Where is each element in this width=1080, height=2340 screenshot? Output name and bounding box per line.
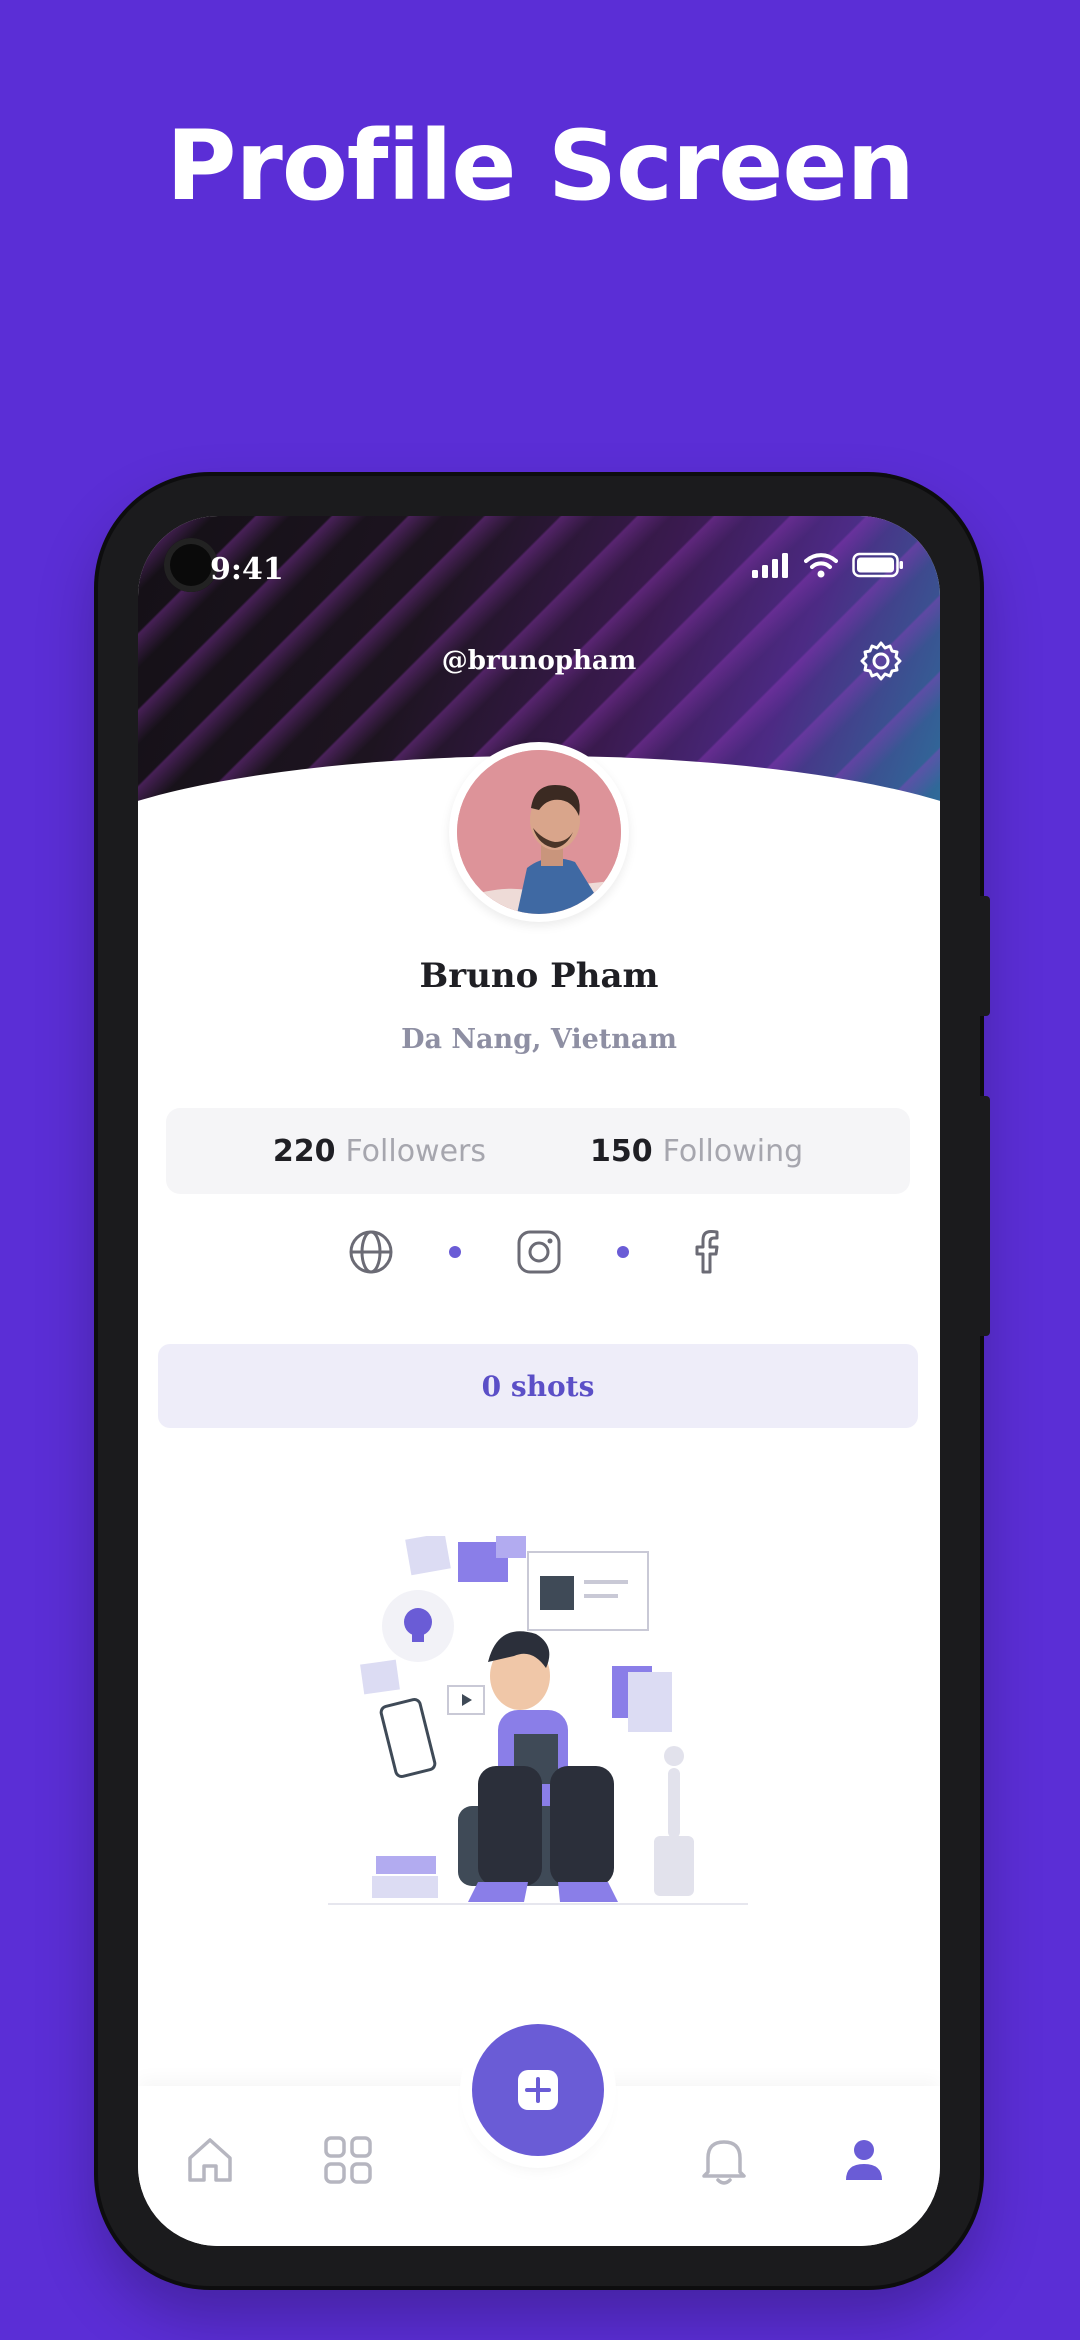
app-screen: 9:41 @brunopham Bruno Pham Da Nang, Viet…: [138, 516, 940, 2246]
signal-icon: [752, 553, 788, 578]
social-links: [138, 1228, 940, 1276]
separator-dot: [449, 1246, 461, 1258]
followers-label: Followers: [345, 1133, 487, 1169]
profile-location: Da Nang, Vietnam: [401, 1024, 677, 1055]
instagram-icon[interactable]: [515, 1228, 563, 1276]
globe-icon[interactable]: [347, 1228, 395, 1276]
home-icon[interactable]: [180, 2130, 240, 2190]
facebook-icon[interactable]: [683, 1228, 731, 1276]
add-icon: [518, 2070, 558, 2110]
profile-icon[interactable]: [834, 2130, 894, 2190]
battery-icon: [852, 552, 903, 578]
phone-frame: 9:41 @brunopham Bruno Pham Da Nang, Viet…: [98, 476, 990, 2286]
followers-stat[interactable]: 220 Followers: [273, 1134, 486, 1169]
person-portrait-icon: [457, 750, 621, 914]
add-shot-button[interactable]: [472, 2024, 604, 2156]
profile-username: @brunopham: [441, 646, 637, 676]
separator-dot: [617, 1246, 629, 1258]
status-icons: [752, 552, 904, 578]
following-count: 150: [590, 1133, 653, 1169]
profile-avatar[interactable]: [449, 742, 629, 922]
profile-name: Bruno Pham: [419, 956, 659, 996]
status-time: 9:41: [210, 552, 284, 587]
settings-gear-icon[interactable]: [856, 636, 906, 686]
following-label: Following: [662, 1133, 804, 1169]
avatar-photo: [457, 750, 621, 914]
bell-icon[interactable]: [694, 2130, 754, 2190]
shots-tab[interactable]: 0 shots: [158, 1344, 918, 1428]
wifi-icon: [804, 553, 838, 578]
empty-state-illustration: [328, 1536, 748, 1905]
grid-icon[interactable]: [318, 2130, 378, 2190]
follow-stats: 220 Followers 150 Following: [166, 1108, 910, 1194]
following-stat[interactable]: 150 Following: [590, 1134, 803, 1169]
page-headline: Profile Screen: [166, 110, 915, 222]
followers-count: 220: [272, 1133, 336, 1169]
